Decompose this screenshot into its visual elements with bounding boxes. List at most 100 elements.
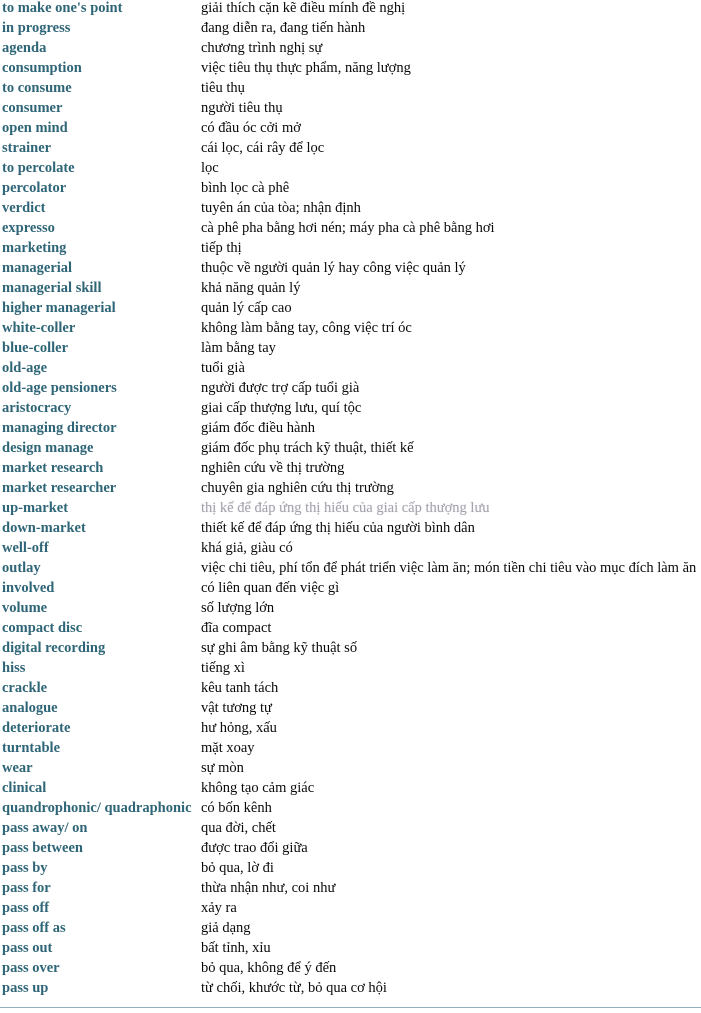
glossary-row: market research nghiên cứu về thị trường (0, 458, 701, 478)
glossary-definition: tiếp thị (201, 240, 242, 256)
glossary-row: managerial skill khả năng quản lý (0, 278, 701, 298)
glossary-term[interactable]: digital recording (2, 638, 105, 658)
glossary-term[interactable]: up-market (2, 498, 68, 518)
glossary-row: pass for thừa nhận như, coi như (0, 878, 701, 898)
glossary-row: pass out bất tỉnh, xỉu (0, 938, 701, 958)
glossary-definition: thuộc về người quản lý hay công việc quả… (201, 260, 466, 276)
glossary-term[interactable]: agenda (2, 38, 46, 58)
glossary-term[interactable]: market research (2, 458, 103, 478)
glossary-row: involved có liên quan đến việc gì (0, 578, 701, 598)
glossary-term[interactable]: pass for (2, 878, 51, 898)
glossary-term[interactable]: pass out (2, 938, 52, 958)
glossary-term[interactable]: percolator (2, 178, 66, 198)
glossary-definition: lọc (201, 160, 219, 176)
glossary-definition: tuyên án của tòa; nhận định (201, 200, 361, 216)
glossary-term[interactable]: well-off (2, 538, 49, 558)
glossary-term[interactable]: to make one's point (2, 0, 122, 16)
bottom-divider (0, 1007, 701, 1008)
glossary-definition: người được trợ cấp tuổi già (201, 380, 360, 396)
glossary-definition: việc chi tiêu, phí tổn để phát triển việ… (201, 560, 697, 576)
glossary-definition: sự mòn (201, 760, 244, 776)
glossary-definition: không làm bằng tay, công việc trí óc (201, 320, 412, 336)
glossary-row: well-off khá giả, giàu có (0, 538, 701, 558)
glossary-term[interactable]: outlay (2, 558, 41, 578)
glossary-term[interactable]: involved (2, 578, 54, 598)
glossary-term[interactable]: white-coller (2, 318, 75, 338)
glossary-term[interactable]: pass by (2, 858, 48, 878)
glossary-definition: nghiên cứu về thị trường (201, 460, 345, 476)
glossary-definition: chuyên gia nghiên cứu thị trường (201, 480, 394, 496)
glossary-term[interactable]: wear (2, 758, 33, 778)
glossary-definition: bình lọc cà phê (201, 180, 290, 196)
glossary-term[interactable]: open mind (2, 118, 68, 138)
glossary-definition: chương trình nghị sự (201, 40, 323, 56)
glossary-term[interactable]: hiss (2, 658, 25, 678)
glossary-definition: tiếng xì (201, 660, 245, 676)
glossary-row: to make one's point giải thích cặn kẽ điề… (0, 0, 701, 18)
glossary-definition: số lượng lớn (201, 600, 275, 616)
glossary-definition: khá giả, giàu có (201, 540, 293, 556)
glossary-definition: có bốn kênh (201, 800, 272, 816)
glossary-term[interactable]: managerial (2, 258, 72, 278)
glossary-term[interactable]: deteriorate (2, 718, 70, 738)
glossary-term[interactable]: volume (2, 598, 47, 618)
glossary-row: turntable mặt xoay (0, 738, 701, 758)
glossary-row: quandrophonic/ quadraphonic có bốn kênh (0, 798, 701, 818)
glossary-term[interactable]: consumer (2, 98, 62, 118)
glossary-term[interactable]: pass between (2, 838, 83, 858)
glossary-row: compact disc đĩa compact (0, 618, 701, 638)
glossary-term[interactable]: design manage (2, 438, 93, 458)
glossary-row: pass by bỏ qua, lờ đi (0, 858, 701, 878)
glossary-definition: qua đời, chết (201, 820, 276, 836)
glossary-term[interactable]: marketing (2, 238, 66, 258)
glossary-definition: bỏ qua, không để ý đến (201, 960, 337, 976)
glossary-term[interactable]: aristocracy (2, 398, 71, 418)
glossary-term[interactable]: turntable (2, 738, 60, 758)
glossary-row: percolator bình lọc cà phê (0, 178, 701, 198)
glossary-row: pass between được trao đổi giữa (0, 838, 701, 858)
glossary-term[interactable]: expresso (2, 218, 55, 238)
glossary-row: market researcher chuyên gia nghiên cứu t… (0, 478, 701, 498)
glossary-definition: đĩa compact (201, 620, 272, 636)
glossary-term[interactable]: quandrophonic/ quadraphonic (2, 798, 192, 818)
glossary-definition: việc tiêu thụ thực phẩm, năng lượng (201, 60, 411, 76)
glossary-term[interactable]: analogue (2, 698, 58, 718)
glossary-term[interactable]: managing director (2, 418, 117, 438)
glossary-term[interactable]: pass up (2, 978, 48, 998)
glossary-definition: thiết kế để đáp ứng thị hiếu của người b… (201, 520, 475, 536)
glossary-list: to make one's point giải thích cặn kẽ điề… (0, 0, 701, 998)
glossary-row: old-age tuổi già (0, 358, 701, 378)
glossary-term[interactable]: compact disc (2, 618, 82, 638)
glossary-term[interactable]: old-age (2, 358, 47, 378)
glossary-term[interactable]: blue-coller (2, 338, 68, 358)
glossary-term[interactable]: pass off as (2, 918, 66, 938)
glossary-row: digital recording sự ghi âm bằng kỹ thuật… (0, 638, 701, 658)
glossary-term[interactable]: pass away/ on (2, 818, 87, 838)
glossary-definition: người tiêu thụ (201, 100, 283, 116)
glossary-definition: làm bằng tay (201, 340, 276, 356)
glossary-term[interactable]: strainer (2, 138, 51, 158)
glossary-term[interactable]: pass over (2, 958, 60, 978)
glossary-term[interactable]: old-age pensioners (2, 378, 117, 398)
glossary-term[interactable]: clinical (2, 778, 46, 798)
glossary-row: deteriorate hư hỏng, xấu (0, 718, 701, 738)
glossary-term[interactable]: market researcher (2, 478, 116, 498)
glossary-term[interactable]: higher managerial (2, 298, 116, 318)
glossary-term[interactable]: crackle (2, 678, 47, 698)
glossary-term[interactable]: to percolate (2, 158, 75, 178)
glossary-term[interactable]: managerial skill (2, 278, 102, 298)
glossary-definition: tiêu thụ (201, 80, 245, 96)
glossary-term[interactable]: to consume (2, 78, 72, 98)
glossary-definition: giám đốc phụ trách kỹ thuật, thiết kế (201, 440, 414, 456)
glossary-term[interactable]: consumption (2, 58, 82, 78)
glossary-row: consumer người tiêu thụ (0, 98, 701, 118)
glossary-definition: giai cấp thượng lưu, quí tộc (201, 400, 362, 416)
glossary-definition: khả năng quản lý (201, 280, 301, 296)
glossary-term[interactable]: verdict (2, 198, 45, 218)
glossary-definition: vật tương tự (201, 700, 272, 716)
glossary-term[interactable]: in progress (2, 18, 70, 38)
glossary-row: up-market thị kế để đáp ứng thị hiếu của … (0, 498, 701, 518)
glossary-term[interactable]: down-market (2, 518, 86, 538)
glossary-term[interactable]: pass off (2, 898, 49, 918)
glossary-row: to consume tiêu thụ (0, 78, 701, 98)
